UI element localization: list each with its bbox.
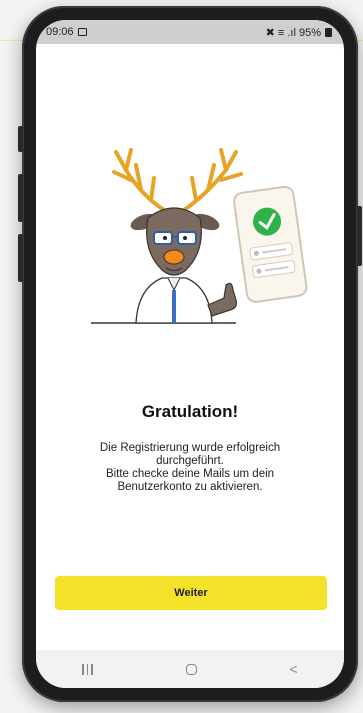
side-button xyxy=(18,234,23,282)
reindeer-illustration xyxy=(91,148,308,324)
back-icon[interactable]: < xyxy=(289,661,297,677)
phone-frame: 09:06 ✖ ≡ .ıl 95% Gratulation! Die Regis… xyxy=(18,6,362,702)
message-line: durchgeführt. xyxy=(156,455,224,467)
status-bar: 09:06 ✖ ≡ .ıl 95% xyxy=(36,20,344,44)
image-icon xyxy=(77,28,87,36)
recent-apps-icon[interactable] xyxy=(82,663,93,675)
battery-icon xyxy=(325,27,332,37)
side-button xyxy=(18,126,23,152)
message-line: Die Registrierung wurde erfolgreich xyxy=(99,442,281,454)
side-button xyxy=(357,206,362,266)
message-line: Bitte checke deine Mails um dein xyxy=(105,468,275,480)
continue-button[interactable]: Weiter xyxy=(55,576,327,610)
screen: 09:06 ✖ ≡ .ıl 95% Gratulation! Die Regis… xyxy=(36,20,344,688)
message-line: Benutzerkonto zu aktivieren. xyxy=(117,481,263,493)
home-icon[interactable] xyxy=(185,663,197,675)
status-time: 09:06 xyxy=(46,26,74,38)
confirmation-message: Die Registrierung wurde erfolgreich durc… xyxy=(76,442,304,494)
system-nav-bar: < xyxy=(36,650,344,688)
side-button xyxy=(18,174,23,222)
page-title: Gratulation! xyxy=(141,402,239,421)
status-indicators: ✖ ≡ .ıl 95% xyxy=(265,26,321,39)
